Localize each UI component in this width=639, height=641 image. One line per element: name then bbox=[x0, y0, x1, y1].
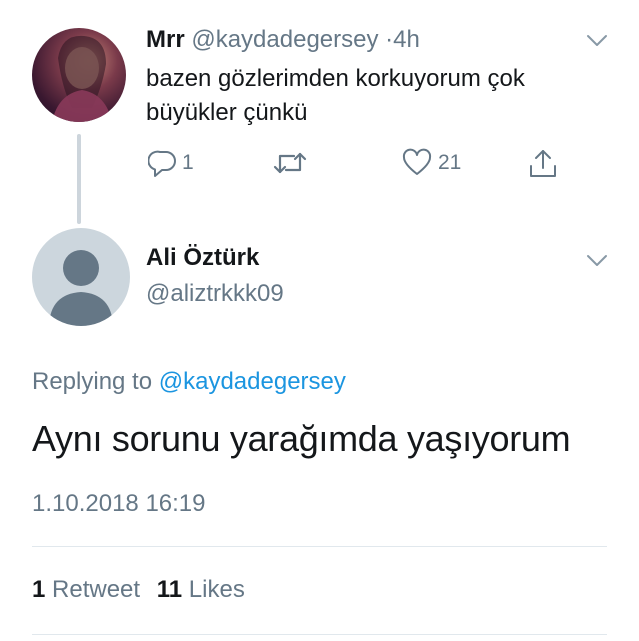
retweet-icon bbox=[273, 152, 307, 174]
share-button[interactable] bbox=[528, 148, 558, 180]
replying-to: Replying to @kaydadegersey bbox=[32, 368, 346, 396]
reply-icon bbox=[148, 150, 176, 177]
reply-count: 1 bbox=[182, 151, 194, 174]
retweets-count: 1 bbox=[32, 576, 46, 603]
tweet-text: bazen gözlerimden korkuyorum çok büyükle… bbox=[146, 65, 525, 126]
like-button[interactable]: 21 bbox=[402, 148, 461, 178]
tweet-actions: 1 21 bbox=[148, 148, 608, 184]
likes-stat[interactable]: 11 Likes bbox=[157, 576, 245, 603]
tweet-menu-button[interactable] bbox=[586, 34, 608, 53]
author-handle[interactable]: @aliztrkkk09 bbox=[146, 280, 284, 308]
share-icon bbox=[530, 150, 556, 177]
tweet-header: Mrr @kaydadegersey ·4h bbox=[146, 26, 420, 54]
replying-label: Replying to bbox=[32, 368, 153, 395]
chevron-down-icon bbox=[587, 35, 607, 46]
chevron-down-icon bbox=[587, 255, 607, 266]
tweet-stats: 1 Retweet 11 Likes bbox=[32, 576, 245, 604]
retweets-stat[interactable]: 1 Retweet bbox=[32, 576, 140, 603]
tweet-time[interactable]: 4h bbox=[393, 26, 420, 53]
author-name[interactable]: Ali Öztürk bbox=[146, 244, 259, 272]
tweet-timestamp[interactable]: 1.10.2018 16:19 bbox=[32, 490, 206, 518]
author-handle[interactable]: @kaydadegersey bbox=[191, 26, 378, 53]
author-name[interactable]: Mrr bbox=[146, 26, 185, 53]
retweets-label: Retweet bbox=[52, 576, 141, 603]
replying-handle-link[interactable]: @kaydadegersey bbox=[159, 368, 346, 395]
likes-label: Likes bbox=[188, 576, 245, 603]
heart-icon bbox=[402, 148, 432, 175]
default-avatar[interactable] bbox=[32, 228, 130, 326]
likes-count: 11 bbox=[156, 576, 183, 603]
tweet-menu-button[interactable] bbox=[586, 254, 608, 273]
thread-connector-line bbox=[77, 134, 81, 224]
author-avatar[interactable] bbox=[32, 28, 126, 122]
retweet-button[interactable] bbox=[272, 148, 308, 178]
divider bbox=[32, 634, 607, 635]
like-count: 21 bbox=[438, 151, 462, 174]
divider bbox=[32, 546, 607, 547]
tweet-text: Aynı sorunu yarağımda yaşıyorum bbox=[32, 418, 571, 459]
reply-button[interactable]: 1 bbox=[148, 148, 194, 178]
separator-dot: · bbox=[385, 26, 394, 53]
